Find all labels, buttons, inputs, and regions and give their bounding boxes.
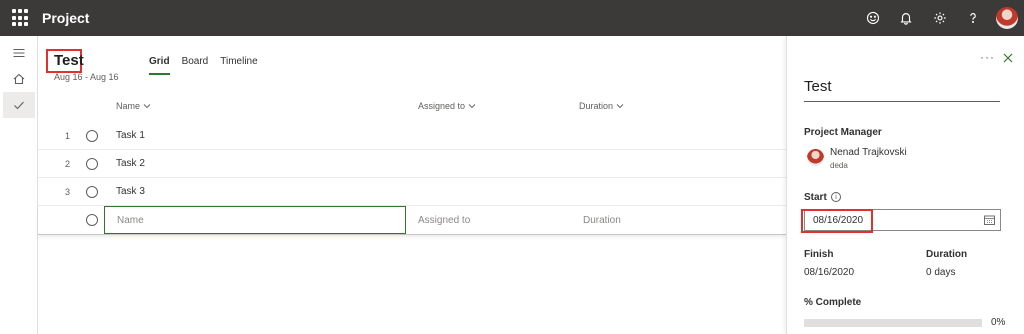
hamburger-icon[interactable]	[3, 40, 35, 66]
user-avatar[interactable]	[996, 7, 1018, 29]
percent-complete-slider[interactable]	[804, 319, 982, 327]
row-number: 1	[64, 131, 70, 141]
task-name[interactable]: Task 2	[116, 158, 145, 169]
gear-icon[interactable]	[931, 9, 949, 27]
row-number: 2	[64, 159, 70, 169]
start-date-highlight-box	[801, 209, 873, 233]
column-header-duration-label: Duration	[579, 101, 614, 111]
new-task-name-placeholder: Name	[117, 215, 144, 226]
more-options-icon[interactable]: ···	[980, 50, 995, 64]
new-task-row: Name Assigned to Duration	[38, 206, 786, 235]
chevron-down-icon	[468, 104, 476, 109]
duration-label: Duration	[926, 249, 968, 260]
chevron-down-icon	[143, 104, 151, 109]
project-manager-alias: deda	[830, 161, 848, 170]
plan-date-range: Aug 16 - Aug 16	[54, 72, 119, 82]
new-task-name-input[interactable]: Name	[104, 206, 406, 234]
help-icon[interactable]	[964, 9, 982, 27]
column-header-name[interactable]: Name	[116, 101, 151, 111]
title-underline	[804, 101, 1000, 102]
checkmark-icon[interactable]	[3, 92, 35, 118]
column-header-duration[interactable]: Duration	[579, 101, 624, 111]
table-row[interactable]: 2 Task 2	[38, 151, 786, 178]
app-title[interactable]: Project	[42, 10, 89, 26]
smiley-icon[interactable]	[864, 9, 882, 27]
percent-complete-value: 0%	[991, 317, 1006, 328]
task-name[interactable]: Task 3	[116, 186, 145, 197]
home-icon[interactable]	[3, 66, 35, 92]
new-task-duration-input[interactable]: Duration	[583, 215, 621, 226]
tab-grid[interactable]: Grid	[149, 56, 170, 75]
calendar-icon[interactable]	[984, 215, 995, 225]
top-bar: Project	[0, 0, 1024, 36]
table-row[interactable]: 1 Task 1	[38, 123, 786, 150]
complete-checkbox[interactable]	[86, 214, 98, 226]
panel-title[interactable]: Test	[804, 78, 832, 95]
column-header-assigned-label: Assigned to	[418, 101, 466, 111]
avatar	[807, 149, 824, 166]
finish-date-value[interactable]: 08/16/2020	[804, 267, 854, 278]
close-icon[interactable]	[1002, 52, 1014, 64]
duration-value[interactable]: 0 days	[926, 267, 955, 278]
tab-board[interactable]: Board	[182, 56, 209, 73]
bell-icon[interactable]	[897, 9, 915, 27]
plan-title[interactable]: Test	[54, 52, 84, 69]
task-name[interactable]: Task 1	[116, 130, 145, 141]
column-header-assigned[interactable]: Assigned to	[418, 101, 476, 111]
start-label: Start	[804, 192, 827, 203]
complete-checkbox[interactable]	[86, 158, 98, 170]
project-manager-label: Project Manager	[804, 127, 882, 138]
view-tabs: Grid Board Timeline	[149, 56, 258, 75]
chevron-down-icon	[616, 104, 624, 109]
column-header-name-label: Name	[116, 101, 141, 111]
percent-complete-label: % Complete	[804, 297, 862, 308]
finish-label: Finish	[804, 249, 834, 260]
tab-timeline[interactable]: Timeline	[220, 56, 257, 73]
app-launcher-icon[interactable]	[10, 9, 28, 27]
complete-checkbox[interactable]	[86, 186, 98, 198]
project-details-panel: ··· Test Project Manager Nenad Trajkovsk…	[786, 36, 1024, 334]
table-row[interactable]: 3 Task 3	[38, 179, 786, 206]
complete-checkbox[interactable]	[86, 130, 98, 142]
new-task-assigned-input[interactable]: Assigned to	[418, 215, 470, 226]
left-rail	[0, 36, 38, 334]
project-manager-name[interactable]: Nenad Trajkovski	[830, 147, 907, 158]
info-icon[interactable]: i	[831, 192, 841, 202]
row-number: 3	[64, 187, 70, 197]
